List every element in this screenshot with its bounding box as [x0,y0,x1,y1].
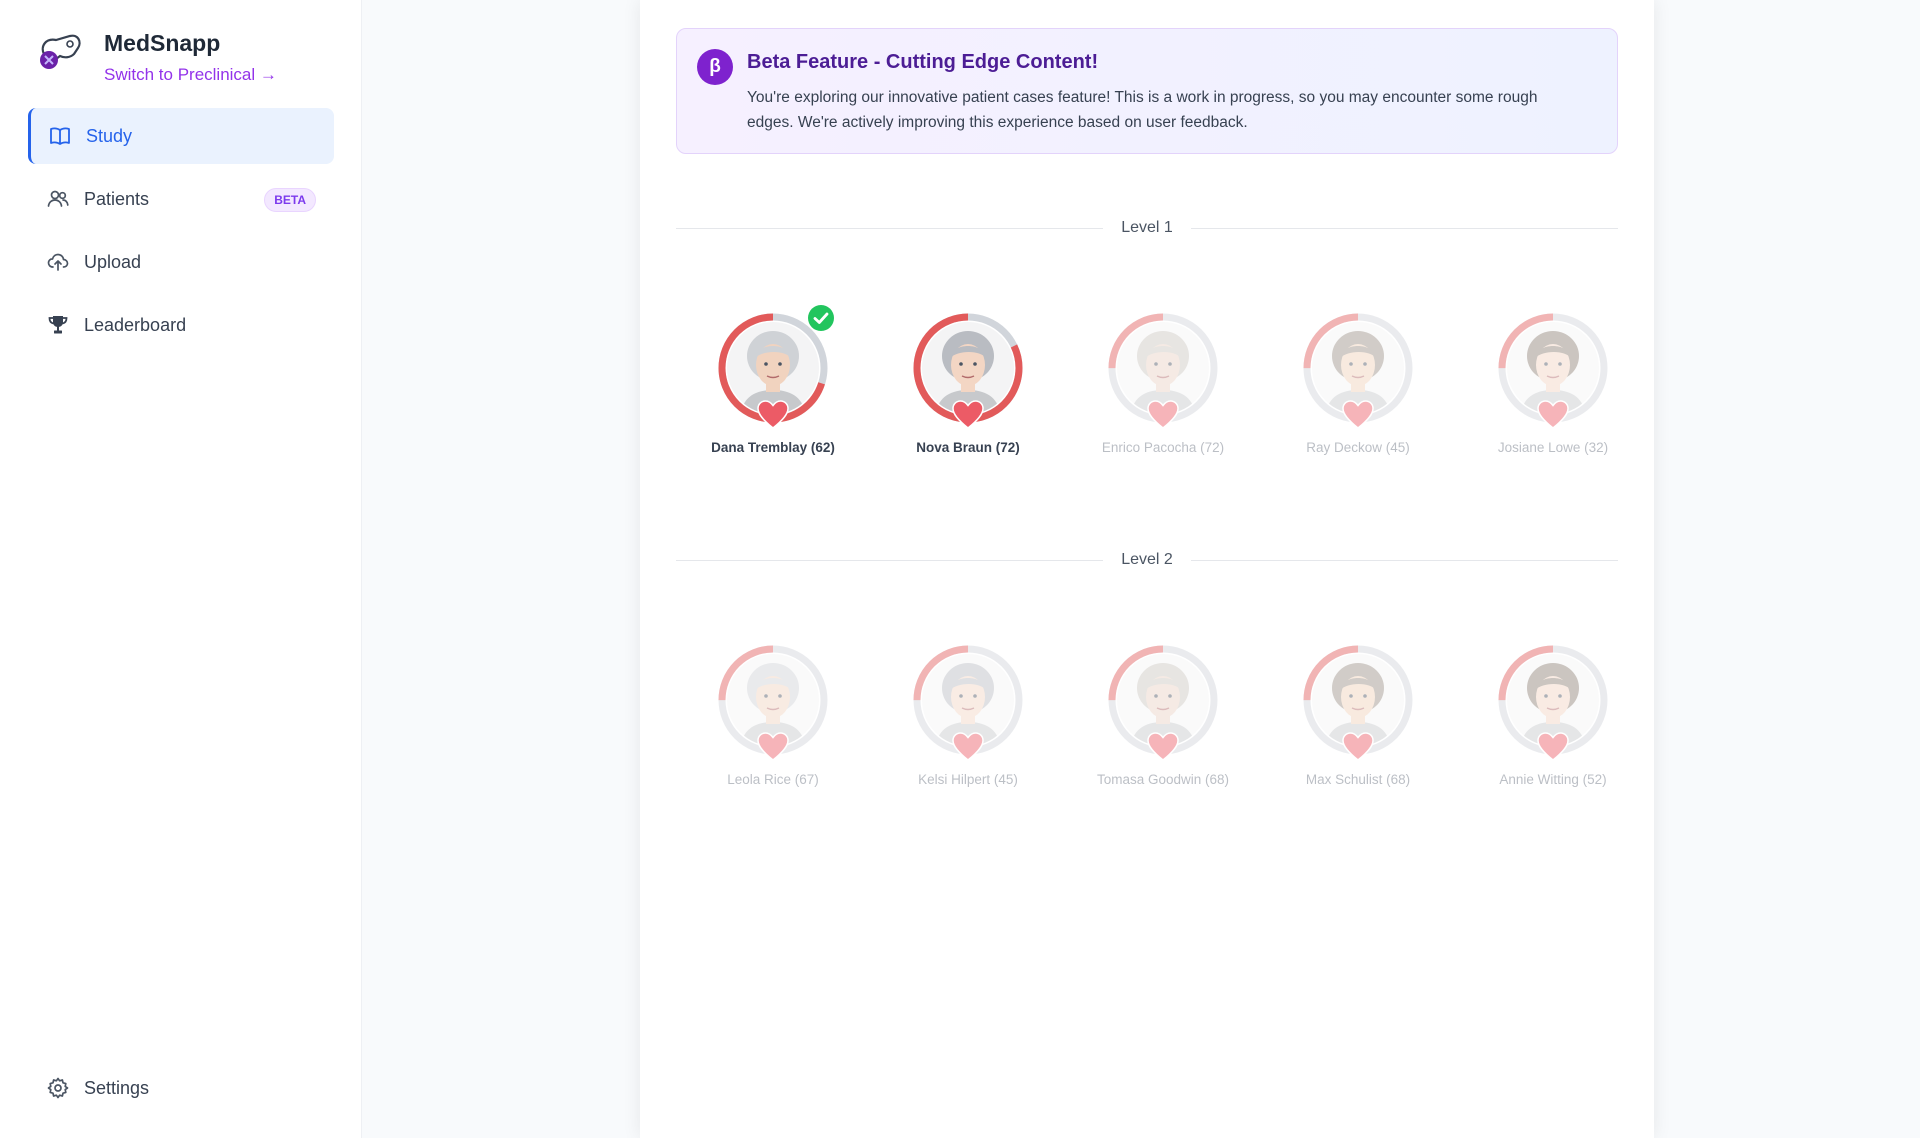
heart-icon [1342,400,1374,429]
sidebar-item-study[interactable]: Study [28,108,334,164]
patient-name: Leola Rice (67) [727,772,819,787]
heart-icon [1537,732,1569,761]
patient-card[interactable]: Annie Witting (52) [1468,644,1638,787]
sidebar-item-patients[interactable]: Patients BETA [28,171,334,227]
sidebar-nav: Study Patients BETA Upload Leaderboard [28,108,334,360]
cloud-upload-icon [46,250,70,274]
heart-icon [952,732,984,761]
patient-card[interactable]: Kelsi Hilpert (45) [883,644,1053,787]
divider-line [676,559,1104,561]
brand: MedSnapp Switch to Preclinical → [34,28,277,84]
divider-line [676,227,1104,229]
patient-card[interactable]: Ray Deckow (45) [1273,312,1443,455]
patient-avatar [912,644,1024,761]
patient-card[interactable]: Max Schulist (68) [1273,644,1443,787]
level-divider: Level 2 [676,548,1618,572]
heart-icon [1537,400,1569,429]
patient-card[interactable]: Dana Tremblay (62) [688,305,858,455]
patient-avatar [717,305,834,429]
patient-avatar [1497,644,1609,761]
patient-avatar [1302,644,1414,761]
heart-icon [757,732,789,761]
patient-name: Nova Braun (72) [916,440,1020,455]
sidebar: MedSnapp Switch to Preclinical → Study P… [0,0,362,1138]
banner-title: Beta Feature - Cutting Edge Content! [747,51,1099,73]
heart-icon [1147,732,1179,761]
level-label: Level 1 [1121,219,1173,236]
patient-name: Tomasa Goodwin (68) [1096,772,1230,787]
sidebar-item-label: Study [86,125,133,146]
patient-name: Dana Tremblay (62) [711,440,835,455]
completed-check-icon [808,305,834,331]
patient-name: Kelsi Hilpert (45) [918,772,1018,787]
patient-row: Leola Rice (67) Kelsi Hilpert (45) Tomasa … [676,644,1618,814]
patient-card[interactable]: Tomasa Goodwin (68) [1078,644,1248,787]
level-label: Level 2 [1121,551,1173,568]
heart-icon [757,400,789,429]
patient-card[interactable]: Enrico Pacocha (72) [1078,312,1248,455]
patient-avatar [1497,312,1609,429]
patient-card[interactable]: Nova Braun (72) [883,312,1053,455]
sidebar-item-label: Patients [84,188,150,209]
patient-avatar [717,644,829,761]
patient-name: Ray Deckow (45) [1306,440,1410,455]
sidebar-item-leaderboard[interactable]: Leaderboard [28,297,334,353]
patients-panel: β Beta Feature - Cutting Edge Content! Y… [640,0,1654,1138]
heart-icon [1342,732,1374,761]
beta-feature-banner: β Beta Feature - Cutting Edge Content! Y… [676,28,1618,154]
trophy-icon [46,313,70,337]
divider-line [1190,559,1618,561]
heart-icon [952,400,984,429]
patient-name: Max Schulist (68) [1305,772,1411,787]
patient-name: Enrico Pacocha (72) [1101,440,1225,455]
level-divider: Level 1 [676,216,1618,240]
beta-badge: BETA [264,188,316,212]
divider-line [1190,227,1618,229]
sidebar-item-settings[interactable]: Settings [28,1064,334,1112]
patient-name: Josiane Lowe (32) [1497,440,1609,455]
settings-label: Settings [84,1077,150,1098]
sidebar-item-upload[interactable]: Upload [28,234,334,290]
patient-avatar [912,312,1024,429]
heart-icon [1147,400,1179,429]
book-icon [48,124,72,148]
banner-body: You're exploring our innovative patient … [747,89,1538,131]
patient-name: Annie Witting (52) [1499,772,1607,787]
patient-avatar [1107,644,1219,761]
patient-card[interactable]: Leola Rice (67) [688,644,858,787]
sidebar-item-label: Upload [84,251,142,272]
app-name: MedSnapp [104,30,221,56]
patient-card[interactable]: Josiane Lowe (32) [1468,312,1638,455]
gear-icon [46,1076,70,1100]
users-icon [46,187,70,211]
patient-avatar [1107,312,1219,429]
patient-avatar [1302,312,1414,429]
sidebar-item-label: Leaderboard [84,314,187,335]
beta-icon: β [697,49,733,85]
switch-to-preclinical-link[interactable]: Switch to Preclinical → [104,65,344,85]
patient-row: Dana Tremblay (62) Nova Braun (72) Enrico … [676,305,1618,482]
medsnapp-logo-icon [40,34,81,69]
